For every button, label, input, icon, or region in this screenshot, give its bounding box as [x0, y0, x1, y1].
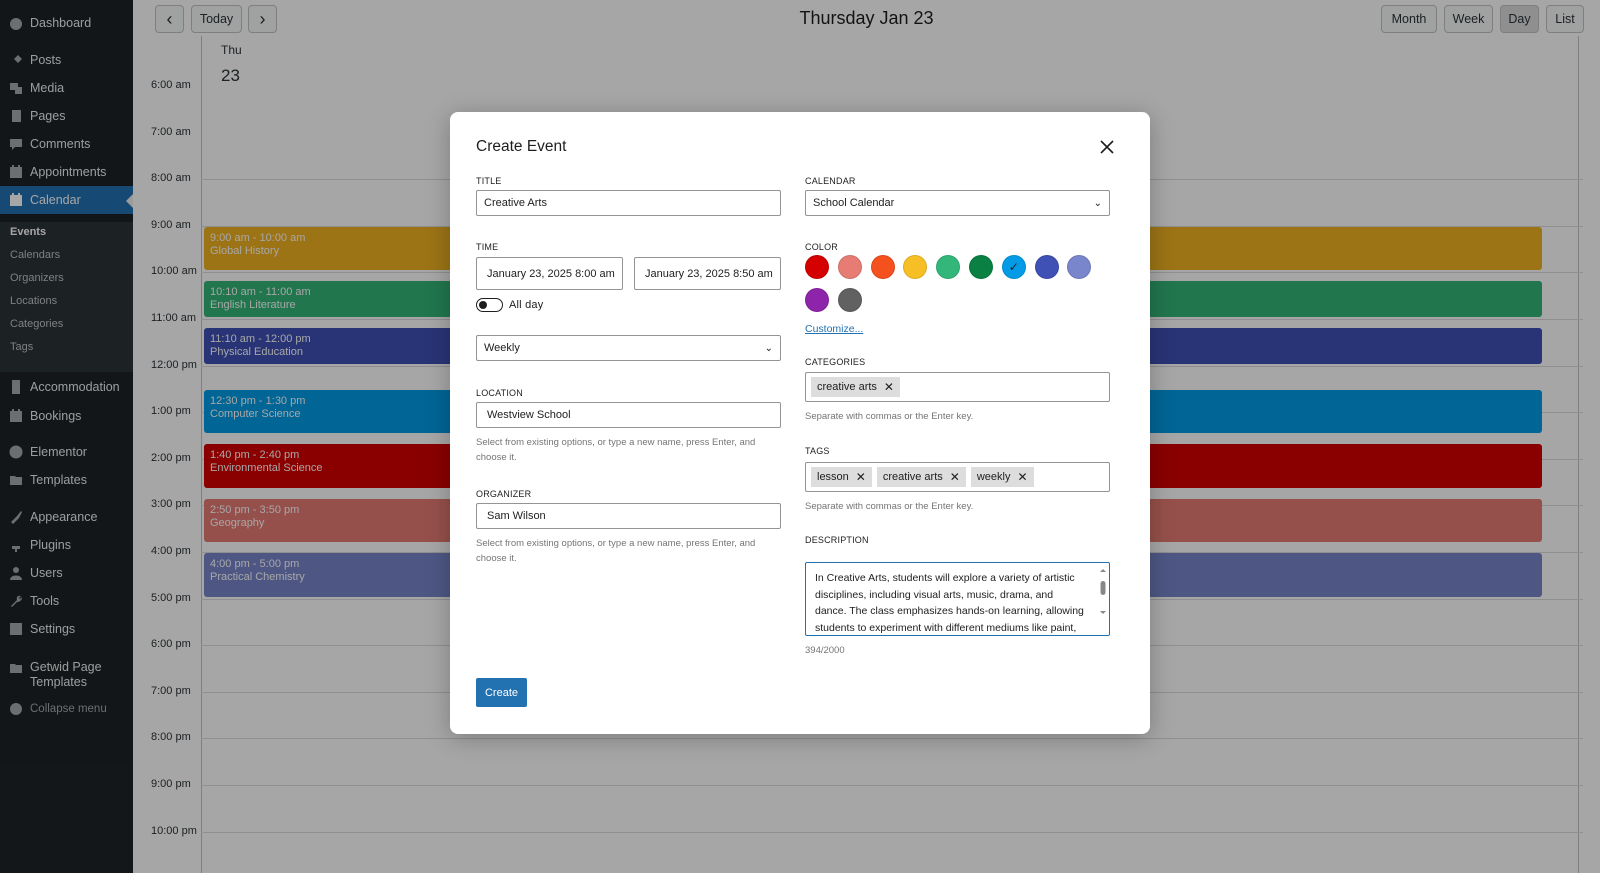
- color-swatch[interactable]: [969, 255, 993, 279]
- categories-input[interactable]: creative arts ✕: [805, 372, 1110, 402]
- color-swatch[interactable]: [837, 288, 862, 312]
- color-swatch[interactable]: [870, 255, 895, 279]
- token-label: creative arts: [882, 471, 943, 483]
- calendar-label: Calendar: [805, 176, 856, 186]
- textarea-scrollbar[interactable]: [1099, 567, 1107, 629]
- color-swatch[interactable]: [1067, 255, 1092, 279]
- remove-token-icon[interactable]: ✕: [856, 470, 866, 484]
- token-label: lesson: [817, 471, 849, 483]
- check-icon: ✓: [1008, 260, 1019, 274]
- organizer-help: Select from existing options, or type a …: [476, 538, 756, 564]
- chevron-down-icon: ⌄: [764, 342, 773, 354]
- color-swatch[interactable]: ✓: [1001, 255, 1026, 279]
- end-datetime-input[interactable]: January 23, 2025 8:50 am: [634, 257, 781, 290]
- close-button[interactable]: [1098, 138, 1116, 156]
- organizer-input[interactable]: Sam Wilson: [476, 503, 781, 529]
- all-day-toggle[interactable]: [476, 298, 503, 312]
- color-swatch[interactable]: [936, 255, 961, 279]
- time-label: Time: [476, 242, 499, 252]
- color-swatch[interactable]: [805, 255, 829, 279]
- repeat-select[interactable]: Weekly ⌄: [476, 335, 781, 361]
- description-text: In Creative Arts, students will explore …: [815, 572, 1084, 634]
- color-swatch[interactable]: [837, 255, 862, 279]
- location-help: Select from existing options, or type a …: [476, 437, 756, 463]
- organizer-label: Organizer: [476, 489, 532, 499]
- tag-token: weekly ✕: [970, 467, 1034, 487]
- description-label: Description: [805, 535, 869, 545]
- token-label: weekly: [976, 471, 1011, 483]
- create-event-dialog: Create Event Title Creative Arts Time Ja…: [450, 112, 1150, 734]
- location-input[interactable]: Westview School: [476, 402, 781, 428]
- color-label: Color: [805, 242, 839, 252]
- tag-token: creative arts ✕: [876, 467, 966, 487]
- location-label: Location: [476, 388, 523, 398]
- dialog-title: Create Event: [476, 138, 567, 155]
- tag-token: lesson ✕: [811, 467, 872, 487]
- all-day-label: All day: [509, 299, 544, 311]
- categories-help: Separate with commas or the Enter key.: [805, 411, 974, 422]
- remove-token-icon[interactable]: ✕: [1017, 470, 1027, 484]
- tags-label: Tags: [805, 446, 830, 456]
- character-counter: 394/2000: [805, 645, 845, 656]
- chevron-down-icon: ⌄: [1093, 197, 1102, 209]
- create-button[interactable]: Create: [476, 678, 527, 707]
- color-swatch[interactable]: [1034, 255, 1059, 279]
- calendar-select[interactable]: School Calendar ⌄: [805, 190, 1110, 216]
- tags-help: Separate with commas or the Enter key.: [805, 501, 974, 512]
- close-icon: [1100, 140, 1114, 154]
- calendar-value: School Calendar: [813, 197, 895, 209]
- category-token: creative arts ✕: [811, 377, 900, 397]
- start-datetime-input[interactable]: January 23, 2025 8:00 am: [476, 257, 623, 290]
- color-swatch[interactable]: [903, 255, 928, 279]
- description-textarea[interactable]: In Creative Arts, students will explore …: [805, 562, 1110, 636]
- remove-token-icon[interactable]: ✕: [884, 380, 894, 394]
- token-label: creative arts: [817, 381, 877, 393]
- title-input[interactable]: Creative Arts: [476, 190, 781, 216]
- categories-label: Categories: [805, 357, 866, 367]
- repeat-value: Weekly: [484, 342, 520, 354]
- title-label: Title: [476, 176, 502, 186]
- color-swatch[interactable]: [805, 288, 829, 312]
- customize-link[interactable]: Customize...: [805, 323, 863, 335]
- tags-input[interactable]: lesson ✕ creative arts ✕ weekly ✕: [805, 462, 1110, 492]
- remove-token-icon[interactable]: ✕: [950, 470, 960, 484]
